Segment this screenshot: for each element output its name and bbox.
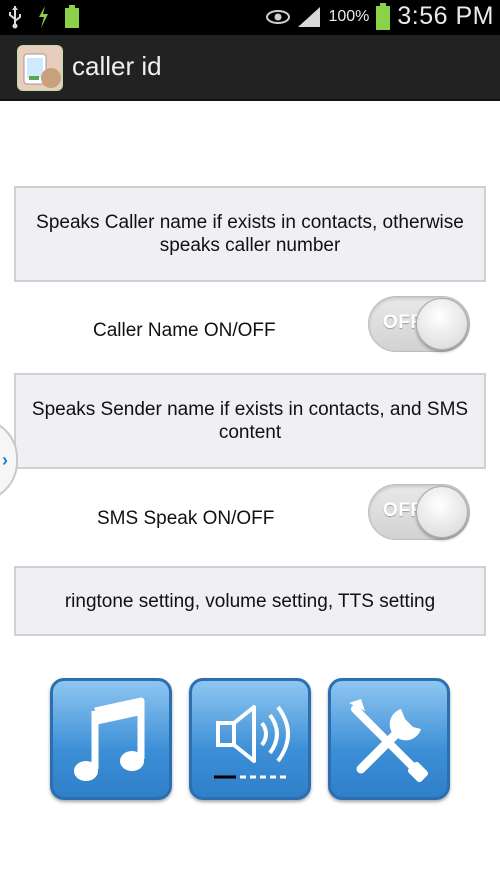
clock: 3:56 PM xyxy=(397,2,494,30)
speaker-volume-icon xyxy=(214,705,290,779)
sms-description-panel: Speaks Sender name if exists in contacts… xyxy=(14,373,486,469)
tts-setting-button[interactable] xyxy=(328,678,450,800)
signal-icon xyxy=(298,6,321,27)
tools-icon xyxy=(349,699,429,783)
status-bar: 100% 3:56 PM xyxy=(0,0,500,35)
music-note-icon xyxy=(74,697,145,781)
status-right: 100% 3:56 PM xyxy=(266,2,494,31)
volume-setting-button[interactable] xyxy=(189,678,311,800)
sms-description-text: Speaks Sender name if exists in contacts… xyxy=(31,399,469,443)
download-icon xyxy=(39,6,48,28)
toggle-knob xyxy=(416,486,468,538)
ringtone-setting-button[interactable] xyxy=(50,678,172,800)
caller-name-toggle[interactable]: OFF xyxy=(368,296,470,352)
chevron-right-icon: › xyxy=(2,450,8,470)
app-logo-icon[interactable] xyxy=(17,45,63,91)
toggle-knob xyxy=(416,298,468,350)
usb-icon xyxy=(9,6,21,29)
sms-speak-toggle[interactable]: OFF xyxy=(368,484,470,540)
caller-description-panel: Speaks Caller name if exists in contacts… xyxy=(14,186,486,282)
action-bar: caller id xyxy=(0,35,500,101)
caller-name-toggle-label: Caller Name ON/OFF xyxy=(93,320,276,341)
settings-description-text: ringtone setting, volume setting, TTS se… xyxy=(64,590,436,612)
battery-small-icon xyxy=(65,5,79,28)
sms-speak-toggle-label: SMS Speak ON/OFF xyxy=(97,508,275,529)
battery-icon xyxy=(376,2,391,30)
app-title: caller id xyxy=(72,51,162,81)
eye-icon xyxy=(266,9,291,24)
caller-description-text: Speaks Caller name if exists in contacts… xyxy=(36,212,464,256)
battery-percent: 100% xyxy=(328,7,370,25)
settings-description-panel: ringtone setting, volume setting, TTS se… xyxy=(14,566,486,636)
status-left-icons xyxy=(8,5,80,29)
